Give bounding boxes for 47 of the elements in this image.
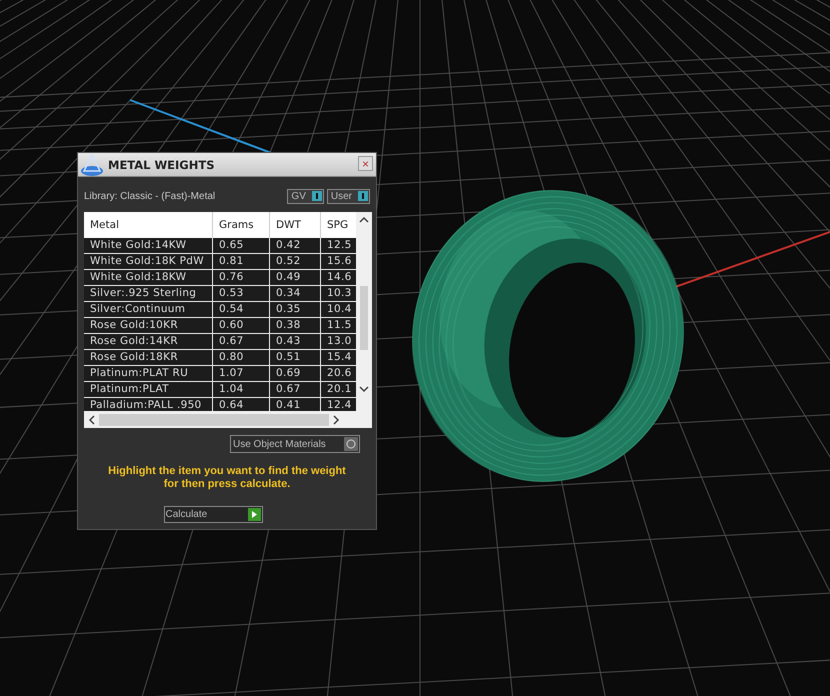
table-cell: 0.34 <box>270 286 321 301</box>
table-cell: 0.69 <box>270 366 321 381</box>
table-cell: White Gold:18K PdW <box>84 254 213 269</box>
table-cell: 0.81 <box>213 254 270 269</box>
table-cell: 0.43 <box>270 334 321 349</box>
table-cell: 0.65 <box>213 238 270 253</box>
toggle-indicator-icon <box>358 191 368 201</box>
table-cell: Rose Gold:18KR <box>84 350 213 365</box>
circle-icon <box>344 437 358 451</box>
table-cell: 0.80 <box>213 350 270 365</box>
table-cell: White Gold:18KW <box>84 270 213 285</box>
table-cell: Rose Gold:10KR <box>84 318 213 333</box>
table-cell: Silver:.925 Sterling <box>84 286 213 301</box>
toggle-indicator-icon <box>312 191 322 201</box>
use-object-materials-button[interactable]: Use Object Materials <box>230 435 360 453</box>
table-cell: 0.53 <box>213 286 270 301</box>
calculate-button[interactable]: Calculate <box>164 506 262 523</box>
table-cell: 0.60 <box>213 318 270 333</box>
table-cell: White Gold:14KW <box>84 238 213 253</box>
table-cell: 0.51 <box>270 350 321 365</box>
toggle-button[interactable]: GV <box>287 188 324 204</box>
table-cell: 0.54 <box>213 302 270 317</box>
table-cell: Rose Gold:14KR <box>84 334 213 349</box>
table-cell: 0.49 <box>270 270 321 285</box>
table-cell: 0.38 <box>270 318 321 333</box>
table-cell: Platinum:PLAT <box>84 382 213 397</box>
table-cell: 0.67 <box>270 382 321 397</box>
table-cell: 1.07 <box>213 366 270 381</box>
play-icon <box>248 508 260 521</box>
library-label: Library: Classic - (Fast)-Metal <box>84 190 216 202</box>
vertical-scrollbar[interactable] <box>356 212 372 411</box>
table-cell: 1.04 <box>213 382 270 397</box>
table-cell: Platinum:PLAT RU <box>84 366 213 381</box>
toggle-button[interactable]: User <box>326 188 370 204</box>
pyramid-icon <box>80 152 104 176</box>
scroll-thumb[interactable] <box>360 286 368 350</box>
table-cell: 0.67 <box>213 334 270 349</box>
table-cell: 0.76 <box>213 270 270 285</box>
table-cell: 0.52 <box>270 254 321 269</box>
table-cell: Silver:Continuum <box>84 302 213 317</box>
window-title: METAL WEIGHTS <box>108 158 214 172</box>
table-cell: 0.35 <box>270 302 321 317</box>
horizontal-scrollbar[interactable] <box>84 411 372 428</box>
close-button[interactable]: × <box>358 156 373 171</box>
scroll-thumb[interactable] <box>99 414 329 426</box>
table-cell: 0.42 <box>270 238 321 253</box>
hint-text: Highlight the item you want to find the weight for then press calculate. <box>107 465 347 491</box>
